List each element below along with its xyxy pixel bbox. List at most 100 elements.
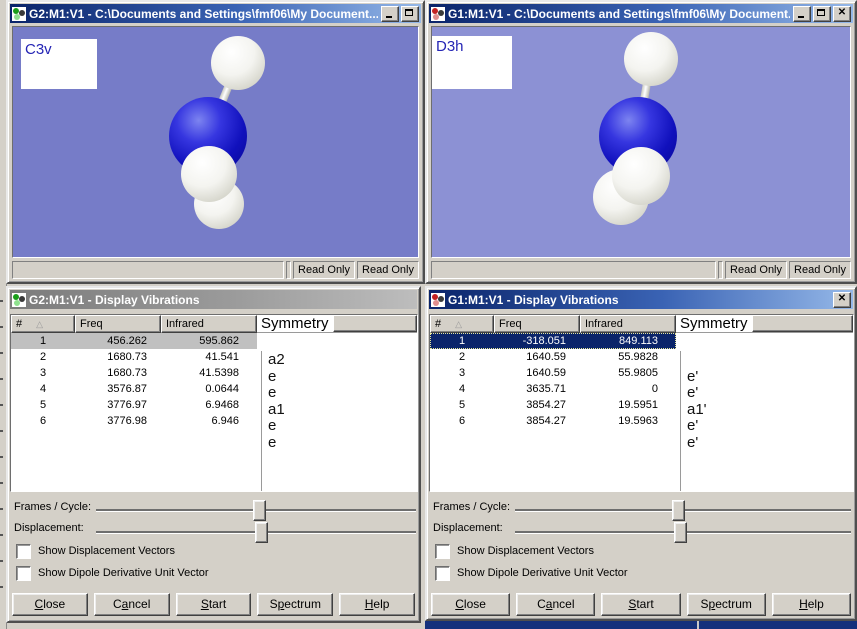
table-row[interactable]: 3 1640.59 55.9805 — [430, 365, 676, 381]
minimize-button[interactable] — [381, 5, 399, 22]
maximize-button[interactable] — [813, 5, 831, 22]
column-header-symmetry[interactable]: Symmetry — [676, 315, 853, 333]
start-button[interactable]: Start — [601, 593, 681, 616]
table-row[interactable]: 2 1640.59 55.9828 — [430, 349, 676, 365]
status-read-only: Read Only — [789, 261, 851, 279]
app-molecule-icon[interactable] — [431, 292, 445, 307]
close-button[interactable]: ✕ — [833, 291, 851, 308]
start-button[interactable]: Start — [175, 593, 252, 616]
table-header-row: # △ Freq Infrared Symmetry — [430, 315, 853, 333]
viewer-window-d3h: G1:M1:V1 - C:\Documents and Settings\fmf… — [425, 0, 857, 284]
status-read-only: Read Only — [725, 261, 788, 279]
vibrations-table: # △ Freq Infrared Symmetry 1 456.262 595.86… — [10, 314, 418, 492]
show-displacement-vectors-checkbox[interactable] — [435, 544, 450, 559]
status-panel — [718, 261, 724, 279]
hydrogen-atom[interactable] — [612, 147, 670, 205]
status-panel — [431, 261, 717, 279]
maximize-icon — [405, 8, 413, 16]
app-molecule-icon[interactable] — [431, 6, 445, 21]
column-header-freq[interactable]: Freq — [75, 315, 161, 333]
viewer-window-c3v: G2:M1:V1 - C:\Documents and Settings\fmf… — [6, 0, 425, 284]
table-row[interactable]: 1 456.262 595.862 — [11, 333, 257, 349]
show-displacement-vectors-checkbox[interactable] — [16, 544, 31, 559]
background-window-titlebar-divider — [697, 621, 699, 629]
titlebar[interactable]: G1:M1:V1 - Display Vibrations ✕ — [429, 290, 853, 309]
spectrum-button[interactable]: Spectrum — [686, 593, 766, 616]
column-header-infrared[interactable]: Infrared — [161, 315, 257, 333]
show-dipole-derivative-checkbox[interactable] — [16, 566, 31, 581]
maximize-icon — [817, 8, 825, 16]
hydrogen-atom[interactable] — [181, 146, 237, 202]
column-header-freq[interactable]: Freq — [494, 315, 580, 333]
symmetry-value — [681, 351, 853, 368]
app-molecule-icon[interactable] — [12, 292, 26, 307]
symmetry-pane: a2 e e a1 e e — [261, 351, 417, 491]
symmetry-value: a1 — [268, 400, 285, 418]
symmetry-value: e' — [687, 367, 699, 385]
status-read-only: Read Only — [357, 261, 419, 279]
displacement-slider-thumb[interactable] — [255, 522, 268, 543]
cancel-button[interactable]: Cancel — [516, 593, 596, 616]
frames-cycle-slider-thumb[interactable] — [672, 500, 685, 521]
symmetry-value: e — [268, 433, 277, 451]
desktop: G2:M1:V1 - C:\Documents and Settings\fmf… — [0, 0, 857, 629]
frames-cycle-slider-thumb[interactable] — [253, 500, 266, 521]
status-bar: Read Only Read Only — [431, 261, 851, 279]
help-button[interactable]: Help — [339, 593, 415, 616]
spectrum-button[interactable]: Spectrum — [257, 593, 334, 616]
column-header-symmetry[interactable]: Symmetry — [257, 315, 417, 333]
header-filler — [751, 315, 853, 332]
show-displacement-vectors-label: Show Displacement Vectors — [38, 545, 175, 557]
table-row[interactable]: 4 3576.87 0.0644 — [11, 381, 257, 397]
column-header-num[interactable]: # △ — [11, 315, 75, 333]
dialog-title: G1:M1:V1 - Display Vibrations — [448, 292, 619, 307]
minimize-button[interactable] — [793, 5, 811, 22]
show-dipole-derivative-label: Show Dipole Derivative Unit Vector — [457, 567, 628, 579]
table-row[interactable]: 2 1680.73 41.541 — [11, 349, 257, 365]
column-header-num[interactable]: # △ — [430, 315, 494, 333]
table-row[interactable]: 4 3635.71 0 — [430, 381, 676, 397]
molecule-viewport[interactable]: D3h — [431, 26, 851, 258]
symmetry-value: a2 — [268, 351, 285, 368]
close-button[interactable]: Close — [12, 593, 88, 616]
table-row[interactable]: 5 3776.97 6.9468 — [11, 397, 257, 413]
hydrogen-atom[interactable] — [211, 36, 265, 90]
point-group-label: D3h — [432, 36, 512, 89]
column-header-infrared[interactable]: Infrared — [580, 315, 676, 333]
displacement-label: Displacement: — [14, 522, 84, 534]
symmetry-value: e' — [687, 384, 699, 401]
point-group-text: C3v — [25, 41, 52, 58]
sort-icon: △ — [455, 319, 463, 329]
table-row[interactable]: 6 3776.98 6.946 — [11, 413, 257, 429]
hydrogen-atom[interactable] — [624, 32, 678, 86]
show-dipole-derivative-checkbox[interactable] — [435, 566, 450, 581]
titlebar[interactable]: G2:M1:V1 - Display Vibrations — [10, 290, 417, 309]
table-body: 1 456.262 595.862 2 1680.73 41.541 3 1680.73 4… — [11, 333, 417, 491]
table-header-row: # △ Freq Infrared Symmetry — [11, 315, 417, 333]
background-window-titlebar[interactable] — [425, 621, 857, 629]
help-button[interactable]: Help — [771, 593, 852, 616]
molecule-viewport[interactable]: C3v — [12, 26, 419, 258]
titlebar[interactable]: G2:M1:V1 - C:\Documents and Settings\fmf… — [10, 4, 421, 23]
point-group-text: D3h — [436, 38, 464, 55]
table-row[interactable]: 6 3854.27 19.5963 — [430, 413, 676, 429]
maximize-button[interactable] — [401, 5, 419, 22]
titlebar[interactable]: G1:M1:V1 - C:\Documents and Settings\fmf… — [429, 4, 853, 23]
window-title: G2:M1:V1 - C:\Documents and Settings\fmf… — [29, 6, 378, 21]
table-row[interactable]: 3 1680.73 41.5398 — [11, 365, 257, 381]
dialog-button-row: Close Cancel Start Spectrum Help — [431, 593, 852, 616]
minimize-icon — [386, 15, 392, 18]
close-button[interactable]: Close — [431, 593, 511, 616]
cancel-button[interactable]: Cancel — [93, 593, 170, 616]
symmetry-value: a1' — [687, 400, 707, 418]
table-row[interactable]: 5 3854.27 19.5951 — [430, 397, 676, 413]
app-molecule-icon[interactable] — [12, 6, 26, 21]
display-vibrations-dialog-g1: G1:M1:V1 - Display Vibrations ✕ # △ Freq … — [425, 286, 857, 621]
status-panel — [12, 261, 285, 279]
minimize-icon — [798, 15, 804, 18]
close-button[interactable]: ✕ — [833, 5, 851, 22]
table-row-selected[interactable]: 1 -318.051 849.113 — [430, 333, 676, 349]
point-group-label: C3v — [21, 39, 97, 89]
displacement-slider-thumb[interactable] — [674, 522, 687, 543]
symmetry-value: e' — [687, 433, 699, 451]
